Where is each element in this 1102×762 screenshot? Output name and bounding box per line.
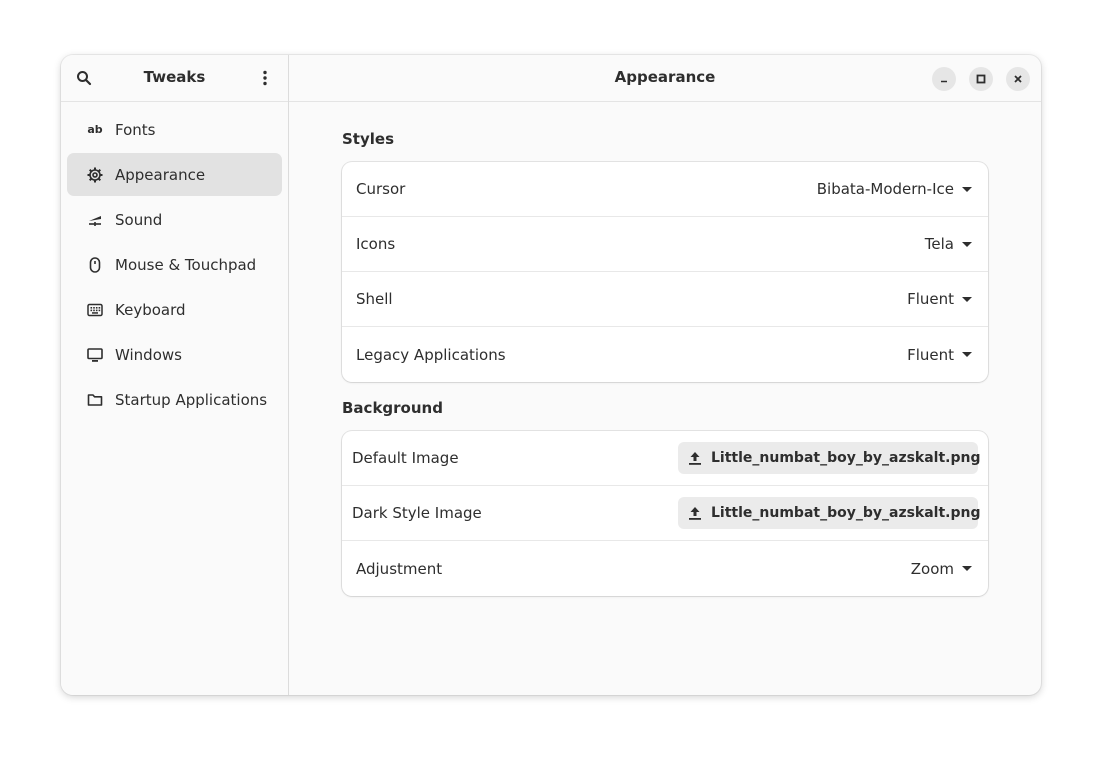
legacy-applications-label: Legacy Applications bbox=[356, 345, 506, 364]
gear-icon bbox=[87, 167, 103, 183]
sidebar-item-label: Mouse & Touchpad bbox=[115, 255, 257, 274]
sidebar-item-windows[interactable]: Windows bbox=[67, 333, 282, 376]
sidebar-item-mouse-touchpad[interactable]: Mouse & Touchpad bbox=[67, 243, 282, 286]
folder-icon bbox=[87, 392, 103, 408]
sidebar-item-fonts[interactable]: ab Fonts bbox=[67, 108, 282, 151]
adjustment-label: Adjustment bbox=[356, 559, 443, 578]
sidebar-item-label: Fonts bbox=[115, 120, 156, 139]
main-header: Appearance bbox=[289, 55, 1041, 102]
sidebar-item-label: Startup Applications bbox=[115, 390, 268, 409]
icons-dropdown[interactable]: Tela bbox=[925, 235, 972, 253]
sidebar-item-startup-applications[interactable]: Startup Applications bbox=[67, 378, 282, 421]
shell-dropdown[interactable]: Fluent bbox=[907, 290, 972, 308]
styles-section-title: Styles bbox=[342, 130, 394, 148]
mouse-icon bbox=[87, 256, 103, 273]
dark-style-image-file-button[interactable]: Little_numbat_boy_by_azskalt.png bbox=[678, 497, 981, 529]
sidebar-item-label: Windows bbox=[115, 345, 182, 364]
cursor-row: Cursor Bibata-Modern-Ice bbox=[342, 162, 988, 217]
shell-label: Shell bbox=[356, 290, 393, 308]
sidebar-item-appearance[interactable]: Appearance bbox=[67, 153, 282, 196]
shell-value: Fluent bbox=[907, 290, 954, 308]
sidebar-item-label: Keyboard bbox=[115, 300, 186, 319]
close-icon bbox=[1014, 75, 1022, 83]
default-image-file-button[interactable]: Little_numbat_boy_by_azskalt.png bbox=[678, 442, 981, 474]
maximize-button[interactable] bbox=[969, 67, 993, 91]
default-image-row: Default Image Little_numbat_boy_by_azska… bbox=[342, 431, 988, 486]
legacy-applications-dropdown[interactable]: Fluent bbox=[907, 346, 972, 364]
dropdown-arrow-icon bbox=[962, 566, 972, 571]
cursor-dropdown[interactable]: Bibata-Modern-Ice bbox=[817, 180, 972, 198]
background-card: Default Image Little_numbat_boy_by_azska… bbox=[342, 431, 988, 596]
dropdown-arrow-icon bbox=[962, 186, 972, 192]
dropdown-arrow-icon bbox=[962, 241, 972, 247]
dark-style-image-label: Dark Style Image bbox=[352, 504, 482, 522]
sidebar-item-keyboard[interactable]: Keyboard bbox=[67, 288, 282, 331]
tweaks-window: Tweaks ab Fonts Appearance Sound Mouse &… bbox=[61, 55, 1041, 695]
minimize-icon bbox=[941, 80, 947, 83]
icons-row: Icons Tela bbox=[342, 217, 988, 272]
minimize-button[interactable] bbox=[932, 67, 956, 91]
legacy-applications-row: Legacy Applications Fluent bbox=[342, 327, 988, 382]
icons-label: Icons bbox=[356, 235, 396, 253]
background-section-title: Background bbox=[342, 399, 443, 417]
dark-style-image-row: Dark Style Image Little_numbat_boy_by_az… bbox=[342, 486, 988, 541]
dark-style-image-filename: Little_numbat_boy_by_azskalt.png bbox=[711, 505, 981, 521]
main-panel: Appearance Styles Cursor Bibata-Modern-I… bbox=[289, 55, 1041, 695]
sidebar-item-label: Sound bbox=[115, 210, 163, 229]
shell-row: Shell Fluent bbox=[342, 272, 988, 327]
icons-value: Tela bbox=[924, 235, 954, 253]
cursor-value: Bibata-Modern-Ice bbox=[816, 180, 954, 198]
sidebar-item-sound[interactable]: Sound bbox=[67, 198, 282, 241]
adjustment-dropdown[interactable]: Zoom bbox=[911, 560, 972, 578]
kebab-menu-icon bbox=[263, 70, 267, 86]
monitor-icon bbox=[87, 347, 103, 363]
main-menu-button[interactable] bbox=[251, 64, 279, 92]
adjustment-row: Adjustment Zoom bbox=[342, 541, 988, 596]
sidebar-item-label: Appearance bbox=[115, 165, 206, 184]
default-image-filename: Little_numbat_boy_by_azskalt.png bbox=[711, 450, 981, 466]
default-image-label: Default Image bbox=[352, 449, 459, 467]
sidebar-list: ab Fonts Appearance Sound Mouse & Touchp… bbox=[61, 102, 288, 421]
adjustment-value: Zoom bbox=[910, 559, 954, 578]
legacy-applications-value: Fluent bbox=[907, 345, 954, 364]
upload-icon bbox=[687, 505, 703, 521]
styles-card: Cursor Bibata-Modern-Ice Icons Tela Shel… bbox=[342, 162, 988, 382]
cursor-label: Cursor bbox=[356, 180, 406, 198]
sidebar: Tweaks ab Fonts Appearance Sound Mouse &… bbox=[61, 55, 289, 695]
upload-icon bbox=[687, 450, 703, 466]
fonts-icon: ab bbox=[87, 123, 103, 136]
page-title: Appearance bbox=[614, 68, 716, 86]
dropdown-arrow-icon bbox=[962, 296, 972, 302]
maximize-icon bbox=[976, 74, 986, 84]
dropdown-arrow-icon bbox=[962, 352, 972, 357]
sidebar-header: Tweaks bbox=[61, 55, 288, 102]
keyboard-icon bbox=[87, 302, 103, 318]
sound-icon bbox=[87, 212, 103, 228]
close-button[interactable] bbox=[1006, 67, 1030, 91]
